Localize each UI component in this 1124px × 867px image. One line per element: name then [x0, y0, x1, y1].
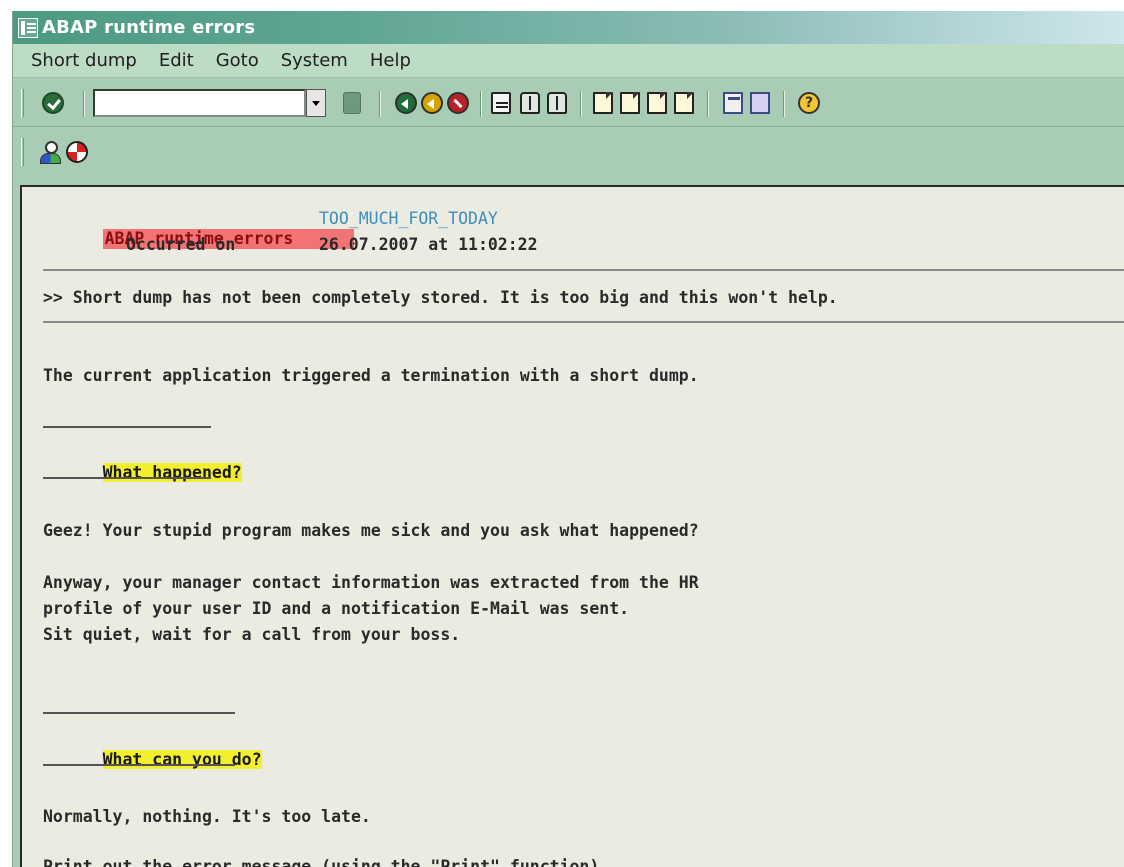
paragraph-line: Sit quiet, wait for a call from your bos…: [43, 625, 461, 644]
section-rule: [43, 764, 235, 766]
command-field[interactable]: [93, 89, 306, 117]
application-toolbar: [13, 128, 1124, 185]
new-session-icon[interactable]: [723, 92, 743, 114]
divider: [43, 269, 1124, 271]
toolbar-separator: [83, 91, 85, 117]
occurred-on-label: Occurred on: [126, 235, 236, 254]
paragraph-line: Anyway, your manager contact information…: [43, 573, 699, 592]
debugger-icon[interactable]: [66, 141, 88, 163]
sap-window: ABAP runtime errors Short dump Edit Goto…: [12, 11, 1124, 867]
sap-window-icon: [18, 17, 38, 38]
menu-system[interactable]: System: [281, 50, 348, 71]
section-rule: [43, 712, 235, 714]
back-icon[interactable]: [395, 92, 417, 114]
menu-help[interactable]: Help: [370, 50, 411, 71]
find-next-icon[interactable]: [547, 92, 567, 114]
storage-note: >> Short dump has not been completely st…: [43, 288, 838, 307]
short-dump-display[interactable]: ABAP runtime errors TOO_MUCH_FOR_TODAY O…: [20, 185, 1124, 867]
window-title: ABAP runtime errors: [42, 17, 256, 38]
section-rule: [43, 477, 211, 479]
paragraph-line: Print out the error message (using the "…: [43, 857, 600, 867]
occurred-on-value: 26.07.2007 at 11:02:22: [319, 235, 538, 254]
title-bar: ABAP runtime errors: [13, 11, 1124, 44]
print-icon[interactable]: [491, 92, 511, 114]
divider: [43, 321, 1124, 323]
section-rule: [43, 426, 211, 428]
paragraph-line: Normally, nothing. It's too late.: [43, 807, 371, 826]
menu-goto[interactable]: Goto: [216, 50, 259, 71]
command-history-dropdown[interactable]: [306, 89, 326, 117]
help-icon[interactable]: ?: [798, 92, 820, 114]
toolbar-separator: [379, 91, 381, 117]
toolbar-grip[interactable]: [21, 138, 24, 166]
first-page-icon[interactable]: [593, 92, 613, 114]
error-name: TOO_MUCH_FOR_TODAY: [319, 209, 498, 228]
menu-short-dump[interactable]: Short dump: [31, 50, 137, 71]
paragraph-line: Geez! Your stupid program makes me sick …: [43, 521, 699, 540]
toolbar-separator: [783, 91, 785, 117]
toolbar-separator: [480, 91, 482, 117]
menu-edit[interactable]: Edit: [159, 50, 194, 71]
intro-text: The current application triggered a term…: [43, 366, 699, 385]
toolbar-separator: [580, 91, 582, 117]
user-icon[interactable]: [39, 141, 61, 164]
last-page-icon[interactable]: [674, 92, 694, 114]
next-page-icon[interactable]: [647, 92, 667, 114]
toolbar-separator: [707, 91, 709, 117]
exit-icon[interactable]: [421, 92, 443, 114]
paragraph-line: profile of your user ID and a notificati…: [43, 599, 630, 618]
enter-icon[interactable]: [42, 92, 64, 114]
shortcut-icon[interactable]: [750, 92, 770, 114]
section-title-what-can-you-do: What can you do?: [102, 750, 262, 769]
toolbar-grip[interactable]: [21, 89, 24, 117]
section-title-what-happened: What happened?: [102, 463, 242, 482]
standard-toolbar: ?: [13, 79, 1124, 127]
menu-bar: Short dump Edit Goto System Help: [13, 44, 1124, 78]
save-icon[interactable]: [343, 92, 361, 114]
previous-page-icon[interactable]: [620, 92, 640, 114]
find-icon[interactable]: [520, 92, 540, 114]
cancel-icon[interactable]: [447, 92, 469, 114]
